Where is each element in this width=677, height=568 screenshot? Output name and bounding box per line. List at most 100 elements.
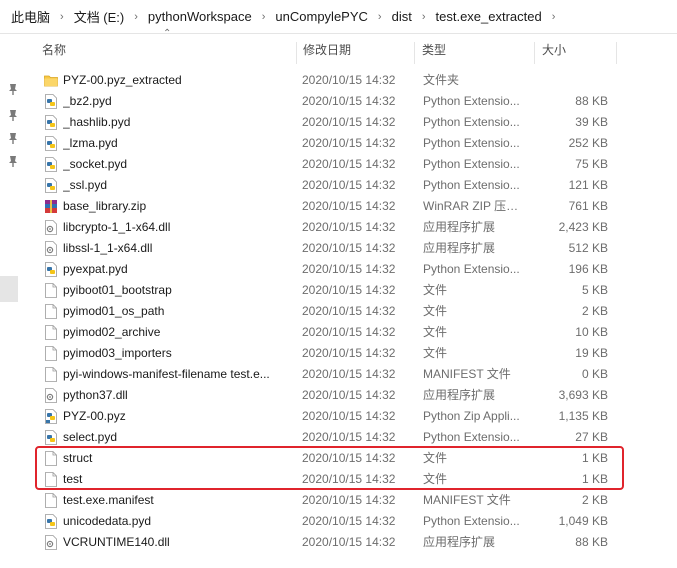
chevron-right-icon[interactable]: ›: [128, 11, 144, 23]
pin-icon[interactable]: [6, 108, 20, 122]
file-row[interactable]: pyexpat.pyd 2020/10/15 14:32 Python Extens…: [40, 259, 620, 280]
file-size: 512 KB: [568, 241, 608, 255]
file-row[interactable]: VCRUNTIME140.dll 2020/10/15 14:32 应用程序扩展 88…: [40, 532, 620, 553]
blank-file-icon: [44, 346, 58, 361]
file-name[interactable]: pyimod03_importers: [63, 343, 295, 364]
file-name[interactable]: _bz2.pyd: [63, 91, 295, 112]
file-row[interactable]: pyiboot01_bootstrap 2020/10/15 14:32 文件 5 K…: [40, 280, 620, 301]
file-size: 39 KB: [575, 115, 608, 129]
file-name[interactable]: pyimod02_archive: [63, 322, 295, 343]
file-row[interactable]: libcrypto-1_1-x64.dll 2020/10/15 14:32 应用程…: [40, 217, 620, 238]
file-name[interactable]: pyi-windows-manifest-filename test.e...: [63, 364, 295, 385]
column-divider[interactable]: [296, 42, 297, 64]
file-name[interactable]: _ssl.pyd: [63, 175, 295, 196]
file-row[interactable]: unicodedata.pyd 2020/10/15 14:32 Python Ex…: [40, 511, 620, 532]
file-size: 2 KB: [581, 493, 608, 507]
navigation-pane-edge: [0, 34, 26, 568]
file-name[interactable]: PYZ-00.pyz_extracted: [63, 70, 295, 91]
file-row[interactable]: _socket.pyd 2020/10/15 14:32 Python Extens…: [40, 154, 620, 175]
chevron-right-icon[interactable]: ›: [54, 11, 70, 23]
file-type: 应用程序扩展: [423, 241, 496, 255]
column-divider[interactable]: [616, 42, 617, 64]
file-name[interactable]: test: [63, 469, 295, 490]
breadcrumb-this-pc[interactable]: 此电脑: [0, 7, 54, 26]
winrar-archive-icon: [44, 199, 58, 214]
file-name[interactable]: select.pyd: [63, 427, 295, 448]
file-type: 文件: [423, 451, 448, 465]
file-name[interactable]: PYZ-00.pyz: [63, 406, 295, 427]
file-name[interactable]: libcrypto-1_1-x64.dll: [63, 217, 295, 238]
column-divider[interactable]: [414, 42, 415, 64]
file-name[interactable]: python37.dll: [63, 385, 295, 406]
file-row[interactable]: python37.dll 2020/10/15 14:32 应用程序扩展 3,693 …: [40, 385, 620, 406]
python-zip-icon: [44, 409, 58, 424]
pin-icon[interactable]: [6, 131, 20, 145]
file-row[interactable]: PYZ-00.pyz_extracted 2020/10/15 14:32 文件夹: [40, 70, 620, 91]
chevron-right-icon[interactable]: ›: [546, 11, 562, 23]
breadcrumb-python-workspace[interactable]: pythonWorkspace: [144, 9, 256, 24]
file-size: 5 KB: [581, 283, 608, 297]
file-name[interactable]: _lzma.pyd: [63, 133, 295, 154]
file-type: WinRAR ZIP 压缩...: [423, 199, 527, 213]
file-size: 88 KB: [575, 94, 608, 108]
file-type: 应用程序扩展: [423, 535, 496, 549]
file-size: 88 KB: [575, 535, 608, 549]
breadcrumb-drive-e[interactable]: 文档 (E:): [70, 7, 129, 26]
sort-ascending-icon: ⌃: [163, 28, 172, 39]
file-row[interactable]: base_library.zip 2020/10/15 14:32 WinRAR Z…: [40, 196, 620, 217]
file-type: Python Extensio...: [423, 430, 520, 444]
file-row[interactable]: libssl-1_1-x64.dll 2020/10/15 14:32 应用程序扩展…: [40, 238, 620, 259]
file-size: 252 KB: [568, 136, 608, 150]
file-modified-date: 2020/10/15 14:32: [302, 241, 396, 255]
column-header-date[interactable]: 修改日期: [303, 34, 351, 66]
file-row[interactable]: struct 2020/10/15 14:32 文件 1 KB: [40, 448, 620, 469]
file-name[interactable]: test.exe.manifest: [63, 490, 295, 511]
file-row[interactable]: PYZ-00.pyz 2020/10/15 14:32 Python Zip App…: [40, 406, 620, 427]
file-name[interactable]: pyexpat.pyd: [63, 259, 295, 280]
file-row[interactable]: pyimod02_archive 2020/10/15 14:32 文件 10 KB: [40, 322, 620, 343]
file-row[interactable]: _ssl.pyd 2020/10/15 14:32 Python Extensio.…: [40, 175, 620, 196]
column-divider[interactable]: [534, 42, 535, 64]
python-file-icon: [44, 178, 58, 193]
python-file-icon: [44, 157, 58, 172]
file-name[interactable]: _hashlib.pyd: [63, 112, 295, 133]
file-row[interactable]: _bz2.pyd 2020/10/15 14:32 Python Extensio.…: [40, 91, 620, 112]
column-header-size[interactable]: 大小: [542, 34, 566, 66]
python-file-icon: [44, 136, 58, 151]
file-modified-date: 2020/10/15 14:32: [302, 94, 396, 108]
file-row[interactable]: pyimod03_importers 2020/10/15 14:32 文件 19 K…: [40, 343, 620, 364]
chevron-right-icon[interactable]: ›: [256, 11, 272, 23]
pin-icon[interactable]: [6, 154, 20, 168]
file-type: Python Extensio...: [423, 178, 520, 192]
file-size: 19 KB: [575, 346, 608, 360]
file-row[interactable]: select.pyd 2020/10/15 14:32 Python Extensi…: [40, 427, 620, 448]
breadcrumb-uncompylepyc[interactable]: unCompylePYC: [271, 9, 372, 24]
file-name[interactable]: VCRUNTIME140.dll: [63, 532, 295, 553]
file-row[interactable]: pyimod01_os_path 2020/10/15 14:32 文件 2 KB: [40, 301, 620, 322]
file-name[interactable]: struct: [63, 448, 295, 469]
file-row[interactable]: test 2020/10/15 14:32 文件 1 KB: [40, 469, 620, 490]
file-row[interactable]: _lzma.pyd 2020/10/15 14:32 Python Extensio…: [40, 133, 620, 154]
breadcrumb-dist[interactable]: dist: [388, 9, 416, 24]
column-header-type[interactable]: 类型: [422, 34, 446, 66]
file-row[interactable]: test.exe.manifest 2020/10/15 14:32 MANIFES…: [40, 490, 620, 511]
dll-file-icon: [44, 241, 58, 256]
file-name[interactable]: unicodedata.pyd: [63, 511, 295, 532]
file-name[interactable]: _socket.pyd: [63, 154, 295, 175]
file-row[interactable]: pyi-windows-manifest-filename test.e... 2…: [40, 364, 620, 385]
file-type: Python Extensio...: [423, 262, 520, 276]
dll-file-icon: [44, 535, 58, 550]
breadcrumb-current-folder[interactable]: test.exe_extracted: [432, 9, 546, 24]
file-name[interactable]: pyiboot01_bootstrap: [63, 280, 295, 301]
chevron-right-icon[interactable]: ›: [416, 11, 432, 23]
column-header-name[interactable]: 名称: [42, 34, 66, 66]
file-name[interactable]: pyimod01_os_path: [63, 301, 295, 322]
address-bar[interactable]: 此电脑 › 文档 (E:) › pythonWorkspace › unComp…: [0, 0, 677, 34]
file-name[interactable]: libssl-1_1-x64.dll: [63, 238, 295, 259]
pin-icon[interactable]: [6, 82, 20, 96]
file-name[interactable]: base_library.zip: [63, 196, 295, 217]
file-row[interactable]: _hashlib.pyd 2020/10/15 14:32 Python Exten…: [40, 112, 620, 133]
file-type: 文件夹: [423, 73, 460, 87]
chevron-right-icon[interactable]: ›: [372, 11, 388, 23]
file-modified-date: 2020/10/15 14:32: [302, 535, 396, 549]
